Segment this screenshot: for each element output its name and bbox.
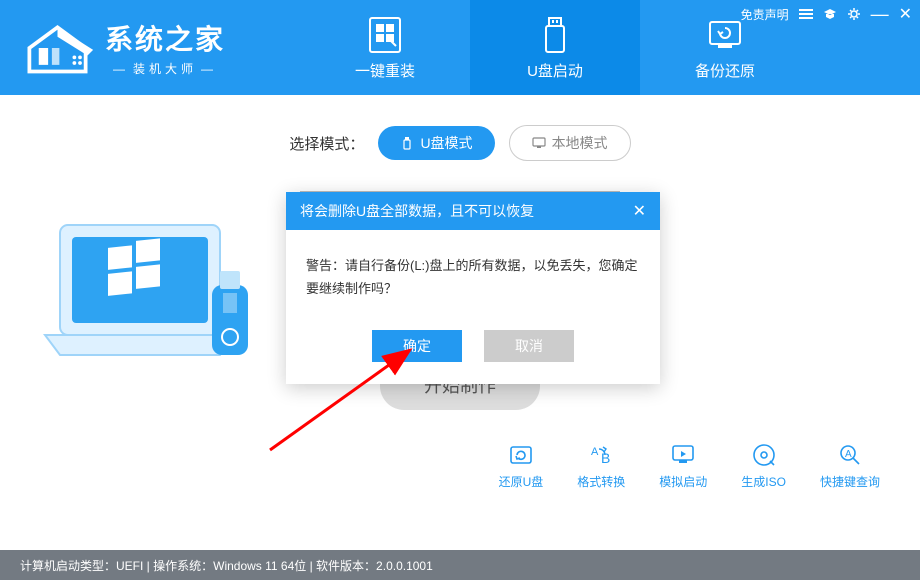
dialog-actions: 确定 取消 — [286, 330, 660, 384]
dialog-ok-button[interactable]: 确定 — [372, 330, 462, 362]
gear-icon[interactable] — [847, 7, 861, 21]
laptop-usb-illustration — [40, 215, 270, 395]
house-logo-icon — [20, 18, 95, 78]
usb-mode-label: U盘模式 — [420, 133, 472, 153]
disclaimer-link[interactable]: 免责声明 — [741, 6, 789, 23]
app-header: 系统之家 装机大师 一键重装 U盘启动 备份还原 免责声明 — ✕ — [0, 0, 920, 95]
status-text: 计算机启动类型：UEFI | 操作系统：Windows 11 64位 | 软件版… — [20, 557, 433, 574]
tool-generate-iso[interactable]: 生成ISO — [741, 441, 786, 490]
restore-usb-icon — [507, 441, 535, 469]
svg-text:A: A — [591, 446, 599, 458]
monitor-small-icon — [532, 136, 546, 150]
tool-iso-label: 生成ISO — [741, 473, 786, 490]
tool-format-convert[interactable]: AB 格式转换 — [577, 441, 625, 490]
mode-label: 选择模式： — [289, 133, 364, 154]
close-button[interactable]: ✕ — [899, 4, 912, 24]
graduation-icon[interactable] — [823, 7, 837, 21]
iso-disc-icon — [750, 441, 778, 469]
logo-area: 系统之家 装机大师 — [20, 18, 300, 78]
svg-text:A: A — [845, 449, 852, 460]
titlebar-controls: 免责声明 — ✕ — [741, 4, 912, 24]
tab-usb-boot[interactable]: U盘启动 — [470, 0, 640, 95]
usb-small-icon — [400, 136, 414, 150]
dialog-title: 将会删除U盘全部数据，且不可以恢复 — [300, 201, 534, 221]
dialog-header: 将会删除U盘全部数据，且不可以恢复 ✕ — [286, 192, 660, 230]
tool-restore-label: 还原U盘 — [499, 473, 544, 490]
tool-restore-usb[interactable]: 还原U盘 — [499, 441, 544, 490]
confirm-dialog: 将会删除U盘全部数据，且不可以恢复 ✕ 警告：请自行备份(L:)盘上的所有数据，… — [286, 192, 660, 384]
status-bar: 计算机启动类型：UEFI | 操作系统：Windows 11 64位 | 软件版… — [0, 550, 920, 580]
windows-reinstall-icon — [364, 14, 406, 56]
dialog-cancel-button[interactable]: 取消 — [484, 330, 574, 362]
nav-tabs: 一键重装 U盘启动 备份还原 — [300, 0, 810, 95]
tab-usb-label: U盘启动 — [527, 60, 583, 81]
tool-shortcuts-label: 快捷键查询 — [820, 473, 880, 490]
minimize-button[interactable]: — — [871, 10, 889, 18]
tab-backup-label: 备份还原 — [695, 60, 755, 81]
tool-convert-label: 格式转换 — [577, 473, 625, 490]
mode-selector-row: 选择模式： U盘模式 本地模式 — [40, 125, 880, 161]
format-convert-icon: AB — [587, 441, 615, 469]
tab-reinstall[interactable]: 一键重装 — [300, 0, 470, 95]
tool-simulate-boot[interactable]: 模拟启动 — [659, 441, 707, 490]
dialog-close-button[interactable]: ✕ — [633, 201, 646, 221]
local-mode-button[interactable]: 本地模式 — [509, 125, 631, 161]
usb-drive-icon — [534, 14, 576, 56]
tool-shortcuts[interactable]: A 快捷键查询 — [820, 441, 880, 490]
logo-subtitle: 装机大师 — [105, 60, 225, 77]
svg-text:B: B — [601, 450, 610, 466]
simulate-boot-icon — [669, 441, 697, 469]
logo-title: 系统之家 — [105, 18, 225, 58]
tab-reinstall-label: 一键重装 — [355, 60, 415, 81]
menu-icon[interactable] — [799, 7, 813, 21]
usb-mode-button[interactable]: U盘模式 — [378, 126, 494, 160]
tool-bar: 还原U盘 AB 格式转换 模拟启动 生成ISO A 快捷键查询 — [499, 441, 880, 490]
dialog-body: 警告：请自行备份(L:)盘上的所有数据，以免丢失，您确定要继续制作吗？ — [286, 230, 660, 330]
local-mode-label: 本地模式 — [552, 133, 608, 153]
tool-simulate-label: 模拟启动 — [659, 473, 707, 490]
shortcuts-icon: A — [836, 441, 864, 469]
